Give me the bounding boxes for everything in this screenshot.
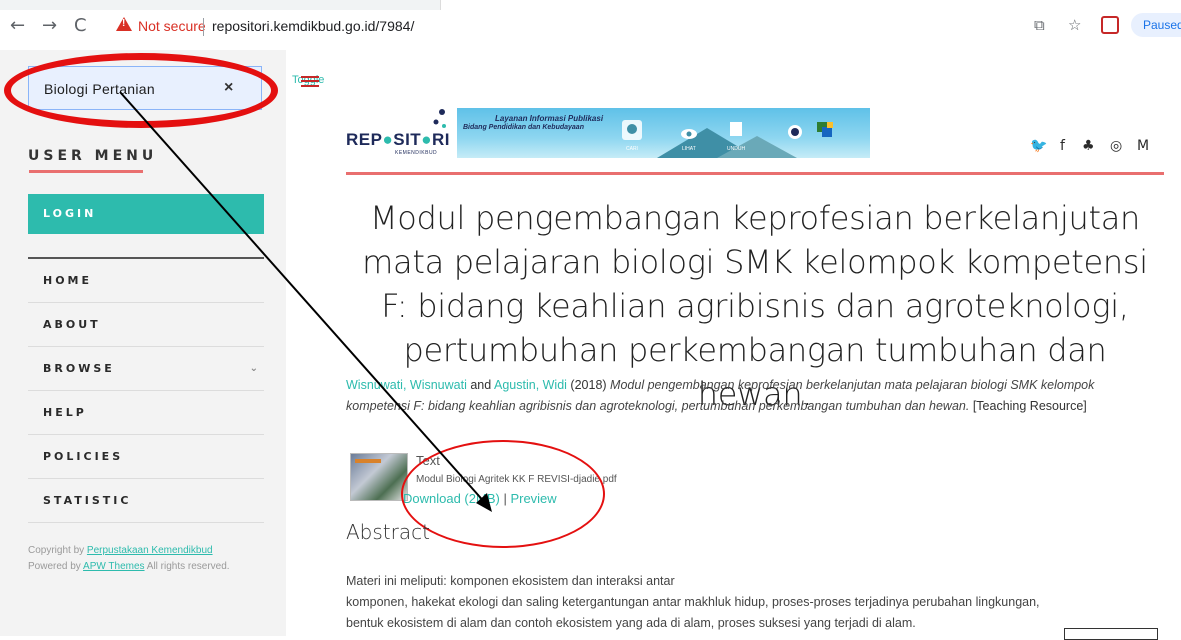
abstract-heading: Abstract (346, 520, 430, 544)
sidebar-item-label: STATISTIC (43, 494, 132, 507)
forward-arrow-icon[interactable]: → (42, 15, 57, 36)
header-banner: Layanan Informasi Publikasi Bidang Pendi… (457, 108, 870, 158)
file-type: Text (416, 453, 440, 468)
logo-subtitle: KEMENDIKBUD (395, 150, 438, 156)
download-link[interactable]: Download (2MB) (403, 491, 500, 506)
medium-icon[interactable]: Ⅿ (1137, 138, 1149, 154)
author-link[interactable]: Agustin, Widi (494, 378, 567, 392)
abstract-text: Materi ini meliputi: komponen ekosistem … (346, 574, 1040, 630)
small-box (1064, 628, 1158, 640)
search-input[interactable]: Biologi Pertanian × (28, 66, 262, 110)
sidebar-item-policies[interactable]: POLICIES (28, 435, 264, 479)
sidebar-menu: HOME ABOUT BROWSE ⌄ HELP POLICIES STATIST… (28, 259, 264, 523)
star-icon[interactable]: ☆ (1068, 16, 1081, 34)
author-link[interactable]: Wisnuwati, Wisnuwati (346, 378, 467, 392)
sidebar-item-label: BROWSE (43, 362, 115, 375)
twitter-icon[interactable]: 🐦 (1030, 138, 1047, 154)
sidebar-item-label: HELP (43, 406, 87, 419)
login-button[interactable]: LOGIN (28, 194, 264, 234)
sidebar-item-label: HOME (43, 274, 93, 287)
file-links: Download (2MB) | Preview (403, 491, 557, 506)
title-underline (29, 170, 143, 173)
instagram-icon[interactable]: ◎ (1110, 138, 1122, 154)
browser-toolbar: ← → C Not secure repositori.kemdikbud.go… (0, 0, 1181, 50)
chevron-down-icon[interactable]: ⌄ (250, 347, 258, 390)
sidebar-item-home[interactable]: HOME (28, 259, 264, 303)
search-input-value[interactable]: Biologi Pertanian (44, 81, 155, 97)
repositori-logo[interactable]: REP●SIT●RI (346, 130, 450, 150)
warning-icon (116, 17, 132, 31)
address-separator (203, 18, 204, 36)
reload-icon[interactable]: C (74, 15, 87, 36)
sidebar-item-browse[interactable]: BROWSE ⌄ (28, 347, 264, 391)
address-bar[interactable]: repositori.kemdikbud.go.id/7984/ (212, 18, 414, 34)
close-icon[interactable]: × (224, 79, 233, 97)
menu-icon[interactable] (301, 76, 319, 87)
snapchat-icon[interactable]: ♣ (1082, 138, 1095, 154)
file-name: Modul Biologi Agritek KK F REVISI-djadie… (416, 474, 617, 485)
facebook-icon[interactable]: f (1060, 138, 1065, 154)
sidebar-item-about[interactable]: ABOUT (28, 303, 264, 347)
sidebar-item-label: POLICIES (43, 450, 124, 463)
sidebar-item-help[interactable]: HELP (28, 391, 264, 435)
sidebar-item-label: ABOUT (43, 318, 101, 331)
logo-dots-icon (433, 109, 446, 128)
banner-illustration (622, 120, 833, 158)
theme-link[interactable]: APW Themes (83, 561, 145, 572)
citation: Wisnuwati, Wisnuwati and Agustin, Widi (… (346, 378, 1095, 413)
document-thumbnail[interactable] (350, 453, 408, 501)
translate-icon[interactable]: ⧉ (1034, 16, 1045, 34)
copyright-text: Copyright by Perpustakaan Kemendikbud Po… (28, 545, 230, 572)
active-tab[interactable] (440, 0, 1181, 10)
not-secure-label[interactable]: Not secure (138, 18, 206, 34)
pocket-icon[interactable] (1101, 16, 1119, 34)
user-menu-title: USER MENU (28, 148, 158, 164)
profile-paused-button[interactable]: Paused (1131, 13, 1181, 37)
preview-link[interactable]: Preview (510, 491, 556, 506)
header-divider (346, 172, 1164, 175)
sidebar-item-statistic[interactable]: STATISTIC (28, 479, 264, 523)
library-link[interactable]: Perpustakaan Kemendikbud (87, 545, 213, 556)
back-arrow-icon[interactable]: ← (10, 15, 25, 36)
